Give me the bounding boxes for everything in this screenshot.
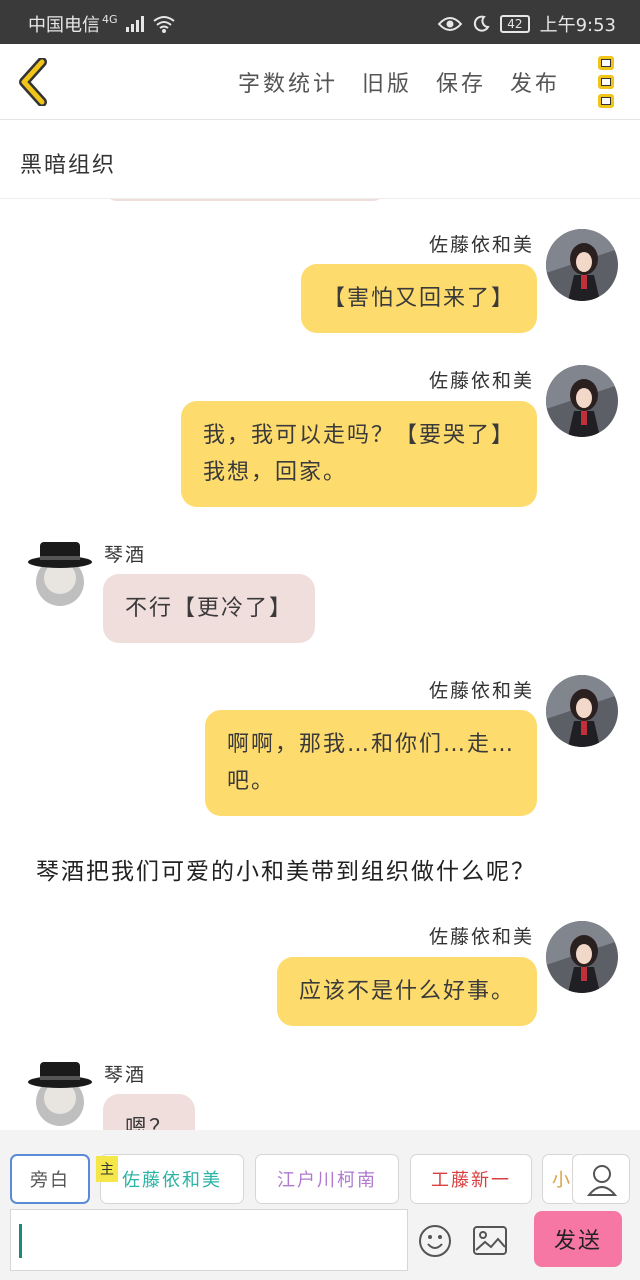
message-bubble[interactable]: 【害怕又回来了】 xyxy=(300,264,537,333)
moon-icon xyxy=(474,15,490,32)
message-input[interactable] xyxy=(10,1209,408,1271)
avatar-kazumi xyxy=(546,365,618,437)
story-title: 黑暗组织 xyxy=(20,153,117,178)
speaker-name: 琴酒 xyxy=(104,1064,147,1086)
avatar-gin xyxy=(24,1056,96,1128)
role-shinichi[interactable]: 工藤新一 xyxy=(410,1154,532,1204)
role-conan[interactable]: 江户川柯南 xyxy=(255,1154,399,1204)
top-toolbar: 字数统计 旧版 保存 发布 xyxy=(0,44,640,120)
network-label: 4G xyxy=(102,12,118,26)
message-text: 嗯？ xyxy=(125,1116,174,1130)
wifi-icon xyxy=(152,16,175,33)
status-bar: 中国电信 4G 42 上午9:53 xyxy=(0,0,640,44)
old-version-button[interactable]: 旧版 xyxy=(362,66,412,98)
speaker-name: 佐藤依和美 xyxy=(428,234,534,256)
carrier-label: 中国电信 xyxy=(28,15,100,36)
emoji-icon xyxy=(419,1225,451,1257)
avatar[interactable] xyxy=(546,921,618,993)
more-menu-button[interactable] xyxy=(598,56,618,108)
message-bubble[interactable]: 应该不是什么好事。 xyxy=(276,957,537,1026)
speaker-name: 佐藤依和美 xyxy=(428,680,534,702)
eye-icon xyxy=(438,17,463,31)
image-icon xyxy=(473,1226,507,1255)
speaker-name: 佐藤依和美 xyxy=(428,926,534,948)
clock: 上午9:53 xyxy=(539,15,616,36)
avatar[interactable] xyxy=(546,229,618,301)
avatar[interactable] xyxy=(24,536,96,608)
message-bubble[interactable]: 不行【更冷了】 xyxy=(103,574,316,643)
publish-button[interactable]: 发布 xyxy=(510,66,560,98)
message-bubble[interactable]: 我，我可以走吗？【要哭了】 我想，回家。 xyxy=(180,401,537,507)
message-text: 不行【更冷了】 xyxy=(125,596,294,621)
user-icon xyxy=(586,1165,618,1196)
word-count-button[interactable]: 字数统计 xyxy=(238,66,338,98)
speaker-name: 琴酒 xyxy=(104,544,147,566)
avatar[interactable] xyxy=(24,1056,96,1128)
speaker-name: 佐藤依和美 xyxy=(428,370,534,392)
message-text: 我想，回家。 xyxy=(202,460,347,485)
text-caret xyxy=(19,1224,22,1258)
role-kazumi[interactable]: 佐藤依和美 xyxy=(100,1154,244,1204)
chat-area[interactable]: 佐藤依和美 【害怕又回来了】 佐藤依和美 我，我可以走吗？【要哭了】 我想，回家… xyxy=(0,199,640,1130)
avatar-gin xyxy=(24,536,96,608)
avatar-kazumi xyxy=(546,229,618,301)
narration-text[interactable]: 琴酒把我们可爱的小和美带到组织做什么呢？ xyxy=(36,852,536,886)
save-button[interactable]: 保存 xyxy=(436,66,486,98)
back-button[interactable] xyxy=(14,57,54,107)
message-bubble[interactable]: 啊啊，那我…和你们…走… 吧。 xyxy=(204,710,537,816)
story-title-bar[interactable]: 黑暗组织 xyxy=(0,121,640,199)
message-text: 应该不是什么好事。 xyxy=(298,979,515,1004)
more-icon xyxy=(598,56,614,70)
signal-icon xyxy=(125,16,144,32)
avatar[interactable] xyxy=(546,365,618,437)
emoji-button[interactable] xyxy=(418,1224,452,1258)
message-text: 啊啊，那我…和你们…走… xyxy=(226,732,515,757)
role-narrator[interactable]: 旁白 xyxy=(10,1154,90,1204)
avatar-kazumi xyxy=(546,675,618,747)
battery-indicator: 42 xyxy=(500,15,530,33)
message-bubble[interactable] xyxy=(105,199,385,201)
send-button[interactable]: 发送 xyxy=(534,1211,622,1267)
image-button[interactable] xyxy=(472,1224,508,1258)
avatar-kazumi xyxy=(546,921,618,993)
message-text: 【害怕又回来了】 xyxy=(322,286,515,311)
add-role-button[interactable] xyxy=(572,1154,630,1204)
main-role-tag: 主 xyxy=(96,1156,118,1182)
message-text: 吧。 xyxy=(226,769,275,794)
role-partial[interactable]: 小 xyxy=(542,1154,572,1204)
message-bubble[interactable]: 嗯？ xyxy=(103,1094,196,1130)
avatar[interactable] xyxy=(546,675,618,747)
message-text: 我，我可以走吗？【要哭了】 xyxy=(202,423,515,448)
chevron-left-icon xyxy=(19,57,47,107)
input-bar: 发送 xyxy=(0,1206,640,1280)
